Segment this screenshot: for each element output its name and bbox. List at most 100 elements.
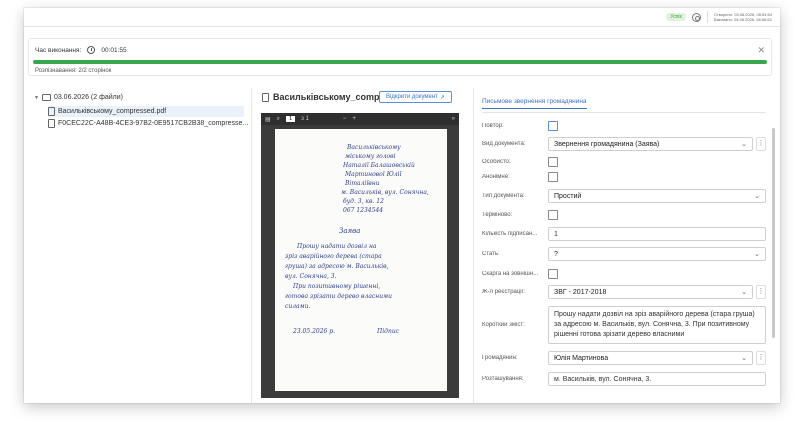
gender-row: Стать: ? ⌄ <box>482 247 766 261</box>
open-document-label: Відкрити документ <box>386 94 438 100</box>
citizen-select[interactable]: Юлія Мартинова ⌄ <box>548 351 753 365</box>
personal-label: Особисто: <box>482 159 511 165</box>
complaint-row: Скарга на зовнішн... <box>482 269 558 279</box>
handwriting-line: буд. 3, кв. 12 <box>343 198 384 205</box>
timestamps: Створено: 03.06.2026, 08:54:54 Виконано:… <box>714 12 772 23</box>
type-select[interactable]: Простий ⌄ <box>548 189 766 203</box>
more-icon[interactable]: ⋮ <box>756 351 766 365</box>
registry-select[interactable]: ЗВГ - 2017-2018 ⌄ <box>548 285 753 299</box>
close-icon[interactable]: ✕ <box>757 45 765 56</box>
urgent-row: Терміново: <box>482 210 558 220</box>
recognition-status: Розпізнавання: 2/2 сторінок <box>35 68 111 74</box>
registry-value: ЗВГ - 2017-2018 <box>554 288 607 296</box>
complaint-checkbox[interactable] <box>548 269 558 279</box>
pdf-viewer: ▤ ⌕ 1 з 1 − + » Васильківському міському… <box>261 113 459 398</box>
citizen-row: Громадянин: Юлія Мартинова ⌄ ⋮ <box>482 351 766 365</box>
status-badge: Успіх <box>666 13 687 21</box>
document-form: Письмове звернення громадянина Повтор: В… <box>476 88 780 403</box>
handwriting-line: Заява <box>339 227 361 235</box>
file-icon <box>262 92 269 102</box>
type-label: Тип документа: <box>482 193 525 199</box>
folder-icon <box>41 94 51 101</box>
handwriting-line: зріз аварійного дерева (стара <box>285 253 382 260</box>
document-title-text: Васильківському_compre... <box>273 92 396 102</box>
chevron-down-icon[interactable]: ▼ <box>34 95 39 101</box>
chevron-down-icon: ⌄ <box>754 251 760 258</box>
file-icon <box>48 119 55 128</box>
handwriting-line: 23.05.2026 р. <box>293 328 336 335</box>
file-label: F0CEC22C-A48B-4CE3-97B2-0E9517CB2B38_com… <box>58 120 249 127</box>
summary-row: Короткий зміст: Прошу надати дозвіл на з… <box>482 306 766 344</box>
personal-row: Особисто: <box>482 157 558 167</box>
citizen-label: Громадянин: <box>482 355 518 361</box>
top-bar: Успіх Створено: 03.06.2026, 08:54:54 Вик… <box>24 8 780 27</box>
repeat-label: Повтор: <box>482 123 504 129</box>
gear-icon[interactable] <box>692 12 702 22</box>
handwriting-line: Прошу надати дозвіл на <box>297 243 377 250</box>
external-link-icon: ↗ <box>439 94 445 101</box>
urgent-checkbox[interactable] <box>548 210 558 220</box>
registry-row: Ж-л реєстрації: ЗВГ - 2017-2018 ⌄ ⋮ <box>482 285 766 299</box>
doctype-label: Вид документа: <box>482 141 526 147</box>
gender-select[interactable]: ? ⌄ <box>548 247 766 261</box>
tree-folder[interactable]: ▼ 03.06.2026 (2 файли) <box>34 94 123 101</box>
handwriting-line: Віталіївни <box>345 180 380 187</box>
tree-file-1[interactable]: Васильківському_compressed.pdf <box>48 106 244 117</box>
more-icon[interactable]: ⋮ <box>756 285 766 299</box>
location-label: Розташування: <box>482 376 524 382</box>
location-input[interactable]: м. Васильків, вул. Сонячна, 3. <box>548 372 766 386</box>
file-label: Васильківському_compressed.pdf <box>58 108 167 115</box>
more-icon[interactable]: ⋮ <box>756 137 766 151</box>
chevron-down-icon: ⌄ <box>754 193 760 200</box>
page-number-input[interactable]: 1 <box>286 116 296 122</box>
personal-checkbox[interactable] <box>548 157 558 167</box>
tree-file-2[interactable]: F0CEC22C-A48B-4CE3-97B2-0E9517CB2B38_com… <box>48 119 248 128</box>
open-document-button[interactable]: Відкрити документ ↗ <box>379 91 452 103</box>
repeat-checkbox[interactable] <box>548 121 558 131</box>
recognition-value: 2/2 сторінок <box>78 68 112 74</box>
handwriting-line: Мартинової Юлії <box>345 171 402 178</box>
file-tree: ▼ 03.06.2026 (2 файли) Васильківському_c… <box>24 88 252 403</box>
finished-label: Виконано: <box>714 17 733 22</box>
tab-written-appeal[interactable]: Письмове звернення громадянина <box>482 98 587 109</box>
form-scrollbar[interactable] <box>772 128 775 338</box>
signers-input[interactable]: 1 <box>548 227 766 241</box>
handwriting-line: 067 1234544 <box>343 207 384 214</box>
handwriting-line: При позитивному рішенні, <box>293 283 381 290</box>
chevron-down-icon: ⌄ <box>741 141 747 148</box>
signers-row: Кількість підписан... 1 <box>482 227 766 241</box>
document-page: Васильківському міському голові Наталії … <box>275 129 447 391</box>
anonymous-label: Анонімне: <box>482 174 510 180</box>
tab-divider <box>482 112 766 113</box>
signers-label: Кількість підписан... <box>482 231 538 237</box>
doctype-row: Вид документа: Звернення громадянина (За… <box>482 137 766 151</box>
zoom-out-button[interactable]: − <box>343 116 347 122</box>
execution-time-value: 00:01:55 <box>101 46 127 54</box>
document-title: Васильківському_compre... <box>262 92 395 102</box>
clock-icon <box>87 46 96 54</box>
finished-value: 03.06.2026, 08:56:52 <box>734 17 772 22</box>
zoom-in-button[interactable]: + <box>352 116 356 122</box>
pdf-toolbar: ▤ ⌕ 1 з 1 − + » <box>261 113 459 125</box>
summary-textarea[interactable]: Прошу надати дозвіл на зріз аварійного д… <box>548 306 766 344</box>
search-icon[interactable]: ⌕ <box>277 116 280 123</box>
repeat-row: Повтор: <box>482 121 558 131</box>
handwriting-line: готова зрізати дерево власними <box>285 293 392 300</box>
urgent-label: Терміново: <box>482 212 513 218</box>
page-total: з 1 <box>301 116 309 122</box>
gender-value: ? <box>554 250 558 258</box>
anonymous-row: Анонімне: <box>482 172 558 182</box>
document-viewer: Васильківському_compre... Відкрити докум… <box>254 88 474 403</box>
more-tools-icon[interactable]: » <box>452 116 455 122</box>
execution-time-label: Час виконання: <box>35 46 82 54</box>
chevron-down-icon: ⌄ <box>741 355 747 362</box>
anonymous-checkbox[interactable] <box>548 172 558 182</box>
sidebar-toggle-icon[interactable]: ▤ <box>265 116 271 123</box>
progress-fill <box>33 60 767 64</box>
signature: Підпис <box>377 328 400 335</box>
handwriting-line: Наталії Балашовській <box>343 162 415 169</box>
app-window: Успіх Створено: 03.06.2026, 08:54:54 Вик… <box>24 8 780 403</box>
handwriting-line: міському голові <box>345 153 396 160</box>
handwriting-line: силами. <box>285 303 311 310</box>
doctype-select[interactable]: Звернення громадянина (Заява) ⌄ <box>548 137 753 151</box>
